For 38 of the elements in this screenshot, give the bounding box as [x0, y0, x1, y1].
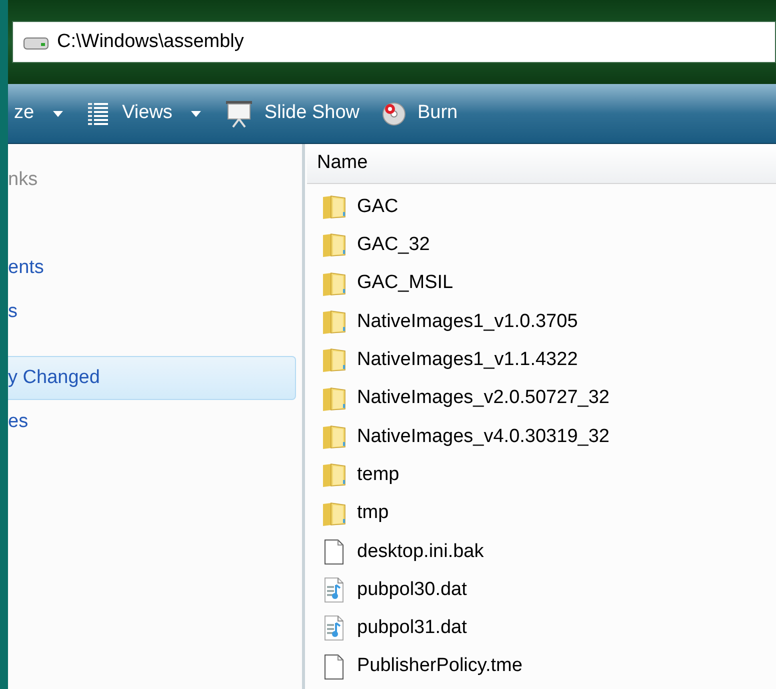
- folder-icon: [321, 194, 347, 220]
- sidebar-link[interactable]: s: [8, 290, 296, 334]
- file-name[interactable]: NativeImages_v2.0.50727_32: [357, 384, 610, 413]
- sidebar-link[interactable]: y Changed: [8, 356, 296, 400]
- folder-icon: [321, 500, 347, 527]
- address-field[interactable]: C:\Windows\assembly: [12, 21, 776, 63]
- file-name[interactable]: desktop.ini.bak: [357, 538, 484, 566]
- file-name[interactable]: PublisherPolicy.tme: [357, 652, 522, 681]
- folder-icon: [321, 347, 347, 374]
- folder-icon: [321, 462, 347, 488]
- file-name[interactable]: NativeImages1_v1.0.3705: [357, 308, 578, 336]
- file-name[interactable]: NativeImages1_v1.1.4322: [357, 346, 578, 375]
- file-name[interactable]: GAC_32: [357, 231, 430, 260]
- file-name[interactable]: GAC_MSIL: [357, 269, 454, 298]
- folder-icon: [321, 270, 347, 297]
- file-name[interactable]: GAC: [357, 192, 398, 222]
- sidebar-heading: nks: [8, 168, 39, 192]
- folder-icon: [321, 232, 347, 258]
- address-path: C:\Windows\assembly: [57, 30, 244, 54]
- views-button[interactable]: Views: [80, 84, 208, 143]
- sidebar-link[interactable]: ents: [8, 246, 296, 290]
- column-header[interactable]: Name: [317, 149, 368, 178]
- folder-icon: [321, 309, 347, 336]
- folder-icon: [321, 424, 347, 450]
- file-name[interactable]: pubpol31.dat: [357, 614, 467, 643]
- sidebar-link[interactable]: es: [8, 400, 296, 444]
- file-name[interactable]: pubpol30.dat: [357, 576, 467, 604]
- file-name[interactable]: tmp: [357, 499, 389, 528]
- caret-icon: [190, 110, 202, 118]
- disc-icon: [381, 100, 408, 126]
- caret-icon: [52, 110, 64, 118]
- organize-button[interactable]: ze: [8, 84, 70, 143]
- file-name[interactable]: temp: [357, 460, 400, 490]
- projector-screen-icon: [224, 98, 254, 128]
- folder-icon: [321, 386, 347, 412]
- burn-button[interactable]: Burn: [375, 84, 464, 143]
- slideshow-button[interactable]: Slide Show: [218, 84, 366, 143]
- file-name[interactable]: NativeImages_v4.0.30319_32: [357, 422, 610, 452]
